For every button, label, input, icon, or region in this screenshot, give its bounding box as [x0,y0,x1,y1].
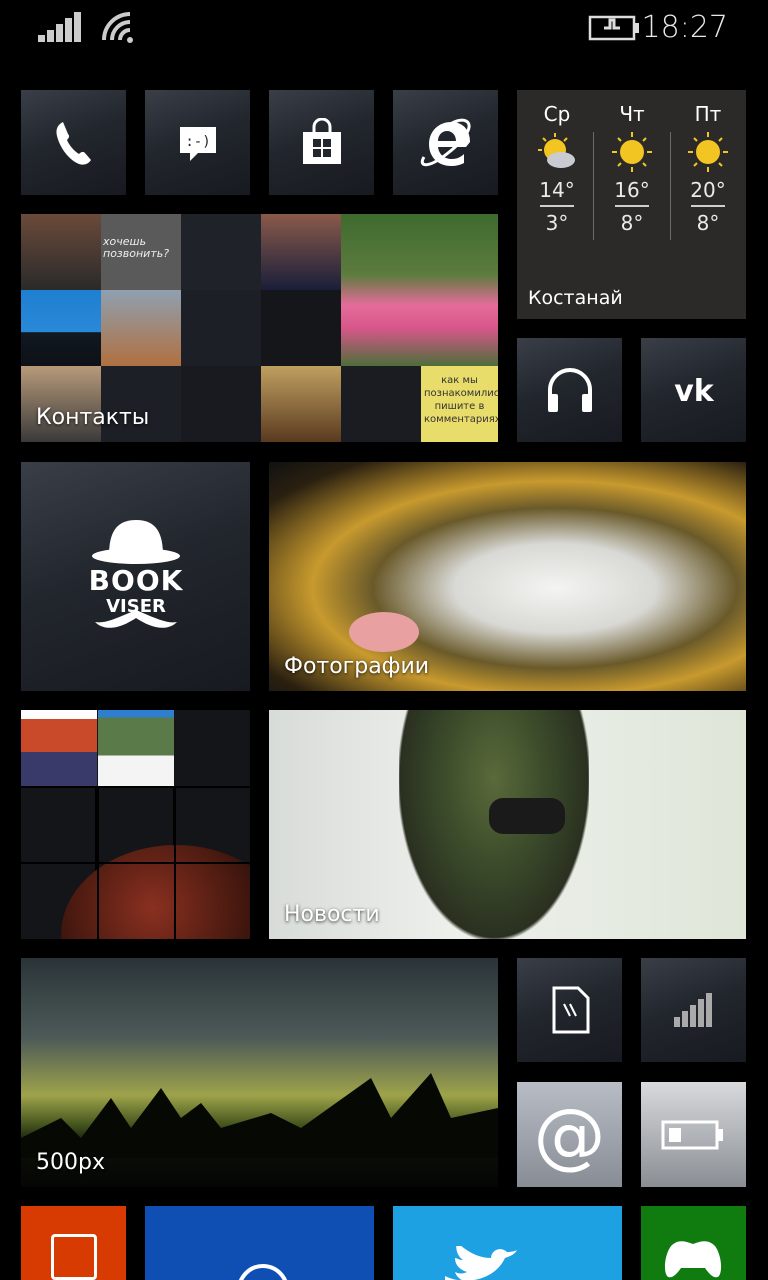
contact-photo [261,214,341,290]
weather-day-label: Ср [543,102,571,126]
mail-tile[interactable]: @ [517,1082,622,1187]
weather-day-label: Чт [619,102,645,126]
news-label: Новости [284,902,380,927]
data-sense-tile[interactable] [641,958,746,1062]
wifi-icon [102,12,133,43]
weather-tile[interactable]: Ср 14° 3° Чт 16° 8° Пт 20° 8° Костанай [517,90,746,319]
weather-day-fri: Пт 20° 8° [670,102,746,235]
store-tile[interactable] [269,90,374,195]
500px-label: 500px [36,1150,105,1175]
partly-cloudy-icon [538,133,575,168]
app-icon [237,1264,289,1280]
collage-thumb [21,710,97,786]
vk-tile[interactable]: vk [641,338,746,442]
contact-photo [341,214,498,366]
svg-text::-): :-) [185,134,210,150]
office-lens-tile[interactable] [21,1206,126,1280]
weather-low: 8° [620,211,644,235]
contact-photo [21,366,101,442]
signal-strength-icon [38,12,81,42]
headphones-icon [547,368,592,412]
weather-high: 14° [539,178,575,202]
contacts-label: Контакты [36,405,150,430]
at-sign-icon: @ [533,1092,606,1177]
contact-photo-text: как мы познакомились? пишите в комментар… [421,366,498,442]
clock: 18:27 [641,10,728,45]
weather-high: 16° [614,178,650,202]
contact-photo-text: хочешь позвонить? [101,214,181,290]
weather-day-thu: Чт 16° 8° [594,102,670,235]
office-lens-icon [51,1234,97,1280]
gamepad-icon [664,1241,722,1278]
vk-icon: vk [674,374,715,406]
twitter-bird-icon [445,1246,517,1280]
photos-tile[interactable]: Фотографии [269,462,746,691]
svg-text:vk: vk [674,374,715,406]
document-icon [552,986,589,1034]
collage-thumb [98,710,174,786]
internet-explorer-tile[interactable] [393,90,498,195]
messaging-icon: :-) [179,126,216,161]
weather-low: 3° [545,211,569,235]
contact-photo [261,366,341,442]
weather-day-label: Пт [694,102,722,126]
battery-icon [661,1120,723,1149]
twitter-tile[interactable] [393,1206,622,1280]
photos-label: Фотографии [284,654,430,679]
weather-high: 20° [690,178,726,202]
contacts-tile[interactable]: хочешь позвонить? как мы познакомились? … [21,214,498,442]
sunny-icon [688,132,728,172]
binoculars [489,798,565,834]
contact-photo [21,290,101,366]
contact-photo [101,290,181,366]
contact-photo [21,214,101,290]
trees-silhouette [21,1073,498,1158]
xbox-tile[interactable] [641,1206,746,1280]
music-tile[interactable] [517,338,622,442]
document-tile[interactable] [517,958,622,1062]
battery-saver-tile[interactable] [641,1082,746,1187]
bookviser-line1: BOOK [88,564,184,597]
internet-explorer-icon [420,118,471,166]
weather-day-wed: Ср 14° 3° [519,102,595,235]
messaging-tile[interactable]: :-) [145,90,250,195]
battery-charging-icon [588,15,639,41]
sunny-icon [612,132,652,172]
bookviser-tile[interactable]: BOOK VISER [21,462,250,691]
browser-collage-tile[interactable] [21,710,250,939]
store-icon [302,117,341,164]
photo-detail [349,612,419,652]
signal-bars-icon [673,993,712,1027]
500px-tile[interactable]: 500px [21,958,498,1187]
status-bar: 18:27 [0,0,768,56]
weather-low: 8° [696,211,720,235]
phone-tile[interactable] [21,90,126,195]
bookviser-line2: VISER [106,596,166,617]
phone-icon [55,121,91,165]
weather-city: Костанай [528,287,623,309]
blue-tile[interactable] [145,1206,374,1280]
news-tile[interactable]: Новости [269,710,746,939]
